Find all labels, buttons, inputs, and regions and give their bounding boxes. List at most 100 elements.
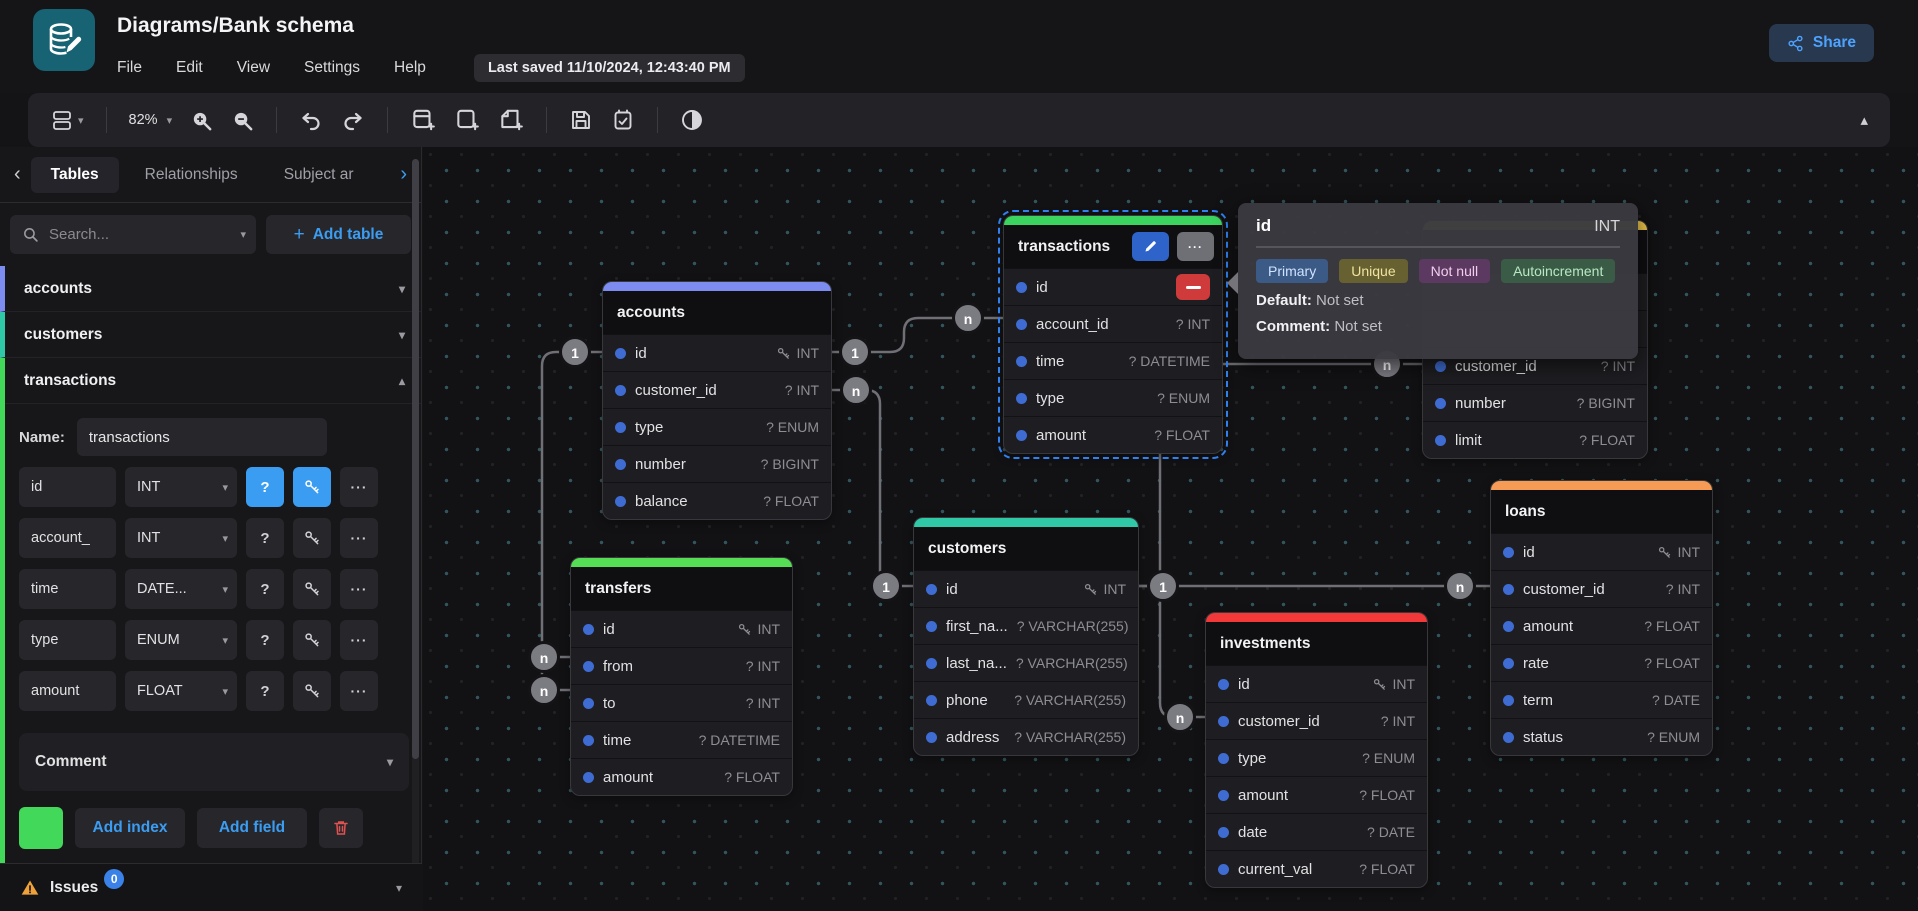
table-field-row[interactable]: amount? FLOAT [1491,607,1712,644]
transactions-table[interactable]: transactions···idaccount_id? INTtime? DA… [1003,215,1223,454]
table-field-row[interactable]: customer_id? INT [603,371,831,408]
table-field-row[interactable]: id INT [571,610,792,647]
zoom-level-dropdown[interactable]: 82% ▾ [129,112,173,128]
investments-table[interactable]: investmentsid INTcustomer_id? INTtype? E… [1205,612,1428,888]
field-type-select[interactable]: ENUM▾ [125,620,237,660]
table-field-row[interactable]: limit? FLOAT [1423,421,1647,458]
table-header[interactable]: customers [914,527,1138,570]
nullable-toggle[interactable]: ? [246,569,284,609]
nullable-toggle[interactable]: ? [246,671,284,711]
table-field-row[interactable]: first_na...? VARCHAR(255) [914,607,1138,644]
add-index-button[interactable]: Add index [75,808,185,848]
table-field-row[interactable]: current_val? FLOAT [1206,850,1427,887]
table-field-row[interactable]: type? ENUM [1004,379,1222,416]
nullable-toggle[interactable]: ? [246,518,284,558]
table-field-row[interactable]: date? DATE [1206,813,1427,850]
add-table-button[interactable]: + Add table [266,215,411,254]
menu-item-help[interactable]: Help [394,59,426,77]
table-header[interactable]: loans [1491,490,1712,533]
nullable-toggle[interactable]: ? [246,467,284,507]
tabs-scroll-left-icon[interactable]: ‹ [10,163,25,186]
field-more-button[interactable]: ··· [340,620,378,660]
menu-item-settings[interactable]: Settings [304,59,360,77]
field-more-button[interactable]: ··· [340,569,378,609]
field-type-select[interactable]: FLOAT▾ [125,671,237,711]
transfers-table[interactable]: transfersid INTfrom? INTto? INTtime? DAT… [570,557,793,796]
field-more-button[interactable]: ··· [340,467,378,507]
table-header[interactable]: transactions··· [1004,225,1222,268]
sidebar-item-accounts[interactable]: accounts ▾ [0,266,421,312]
accounts-table[interactable]: accountsid INTcustomer_id? INTtype? ENUM… [602,281,832,520]
table-field-row[interactable]: time? DATETIME [571,721,792,758]
todo-button[interactable] [611,108,635,132]
tab-subject-areas[interactable]: Subject ar [264,157,374,193]
tab-tables[interactable]: Tables [31,157,119,193]
table-field-row[interactable]: id INT [914,570,1138,607]
add-area-button[interactable] [454,107,480,133]
theme-toggle-button[interactable] [680,108,704,132]
table-field-row[interactable]: number? BIGINT [1423,384,1647,421]
table-field-row[interactable]: number? BIGINT [603,445,831,482]
table-field-row[interactable]: type? ENUM [603,408,831,445]
table-color-swatch[interactable] [19,807,63,849]
table-field-row[interactable]: term? DATE [1491,681,1712,718]
table-field-row[interactable]: rate? FLOAT [1491,644,1712,681]
delete-field-button[interactable] [1176,274,1210,300]
table-field-row[interactable]: customer_id? INT [1491,570,1712,607]
table-more-button[interactable]: ··· [1177,232,1214,261]
primary-key-toggle[interactable] [293,518,331,558]
field-name-input[interactable]: account_ [19,518,116,558]
menu-item-file[interactable]: File [117,59,142,77]
table-field-row[interactable]: phone? VARCHAR(255) [914,681,1138,718]
add-note-button[interactable] [498,107,524,133]
issues-bar[interactable]: Issues 0 ▾ [0,863,422,911]
save-button[interactable] [569,108,593,132]
tabs-scroll-right-icon[interactable]: › [396,163,411,186]
primary-key-toggle[interactable] [293,467,331,507]
table-field-row[interactable]: id [1004,268,1222,305]
table-header[interactable]: transfers [571,567,792,610]
comment-collapse[interactable]: Comment ▾ [19,733,409,791]
menu-item-edit[interactable]: Edit [176,59,203,77]
tab-relationships[interactable]: Relationships [125,157,258,193]
table-field-row[interactable]: id INT [1491,533,1712,570]
primary-key-toggle[interactable] [293,620,331,660]
table-field-row[interactable]: last_na...? VARCHAR(255) [914,644,1138,681]
field-type-select[interactable]: DATE...▾ [125,569,237,609]
table-header[interactable]: investments [1206,622,1427,665]
table-field-row[interactable]: address? VARCHAR(255) [914,718,1138,755]
nullable-toggle[interactable]: ? [246,620,284,660]
sidebar-scrollbar[interactable] [412,159,419,899]
table-name-input[interactable] [77,418,327,456]
field-name-input[interactable]: time [19,569,116,609]
field-name-input[interactable]: type [19,620,116,660]
menu-item-view[interactable]: View [237,59,270,77]
search-input[interactable] [49,226,209,243]
field-type-select[interactable]: INT▾ [125,518,237,558]
redo-button[interactable] [341,108,365,132]
loans-table[interactable]: loansid INTcustomer_id? INTamount? FLOAT… [1490,480,1713,756]
table-field-row[interactable]: from? INT [571,647,792,684]
table-field-row[interactable]: customer_id? INT [1206,702,1427,739]
sidebar-item-customers[interactable]: customers ▾ [0,312,421,358]
delete-table-button[interactable] [319,808,363,848]
table-field-row[interactable]: amount? FLOAT [1004,416,1222,453]
scrollbar-thumb[interactable] [412,159,419,759]
undo-button[interactable] [299,108,323,132]
table-field-row[interactable]: account_id? INT [1004,305,1222,342]
table-field-row[interactable]: amount? FLOAT [571,758,792,795]
zoom-out-button[interactable] [231,109,254,132]
table-header[interactable]: accounts [603,291,831,334]
table-search-input[interactable]: ▾ [10,215,256,254]
customers-table[interactable]: customersid INTfirst_na...? VARCHAR(255)… [913,517,1139,756]
add-field-button[interactable]: Add field [197,808,307,848]
table-field-row[interactable]: balance? FLOAT [603,482,831,519]
primary-key-toggle[interactable] [293,671,331,711]
table-field-row[interactable]: status? ENUM [1491,718,1712,755]
toolbar-collapse-button[interactable]: ▴ [1860,111,1868,129]
zoom-in-button[interactable] [190,109,213,132]
edit-table-button[interactable] [1132,232,1169,261]
field-more-button[interactable]: ··· [340,671,378,711]
sidebar-item-transactions[interactable]: transactions ▴ [5,358,421,404]
table-field-row[interactable]: time? DATETIME [1004,342,1222,379]
